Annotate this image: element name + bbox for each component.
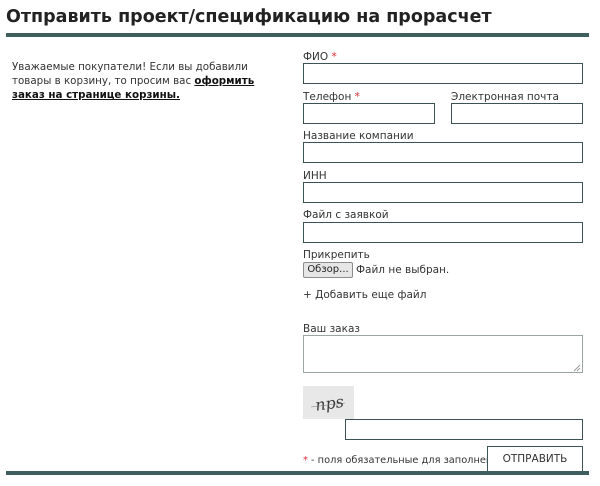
required-footnote: * - поля обязательные для заполнения bbox=[303, 455, 505, 466]
company-label: Название компании bbox=[303, 130, 414, 142]
captcha-image: nps bbox=[303, 386, 354, 419]
phone-input[interactable] bbox=[303, 103, 435, 124]
captcha-glyphs: nps bbox=[310, 392, 346, 415]
fio-label-text: ФИО bbox=[303, 51, 329, 63]
email-label: Электронная почта bbox=[451, 91, 559, 103]
captcha-input[interactable] bbox=[345, 419, 583, 440]
file-request-input[interactable] bbox=[303, 222, 583, 243]
order-textarea[interactable] bbox=[303, 335, 583, 373]
resize-grip-icon[interactable] bbox=[573, 364, 581, 372]
required-asterisk: * bbox=[331, 51, 337, 63]
intro-notice: Уважаемые покупатели! Если вы добавили т… bbox=[12, 60, 282, 102]
email-input[interactable] bbox=[451, 103, 583, 124]
company-input[interactable] bbox=[303, 142, 583, 163]
bottom-divider bbox=[6, 471, 589, 475]
required-asterisk: * bbox=[354, 91, 360, 103]
phone-label: Телефон * bbox=[303, 91, 360, 103]
title-divider bbox=[6, 33, 589, 37]
submit-button[interactable]: ОТПРАВИТЬ bbox=[487, 446, 583, 472]
file-label: Файл с заявкой bbox=[303, 209, 389, 221]
fio-input[interactable] bbox=[303, 63, 583, 84]
order-label: Ваш заказ bbox=[303, 323, 360, 335]
footnote-text: - поля обязательные для заполнения bbox=[307, 455, 505, 466]
page-title: Отправить проект/спецификацию на прорасч… bbox=[6, 7, 492, 27]
attach-label: Прикрепить bbox=[303, 249, 370, 261]
no-file-status: Файл не выбран. bbox=[356, 264, 450, 276]
inn-label: ИНН bbox=[303, 170, 327, 182]
phone-label-text: Телефон bbox=[303, 91, 352, 103]
browse-button[interactable]: Обзор... bbox=[303, 262, 353, 278]
add-file-link[interactable]: + Добавить еще файл bbox=[303, 289, 426, 301]
fio-label: ФИО * bbox=[303, 51, 337, 63]
inn-input[interactable] bbox=[303, 182, 583, 203]
